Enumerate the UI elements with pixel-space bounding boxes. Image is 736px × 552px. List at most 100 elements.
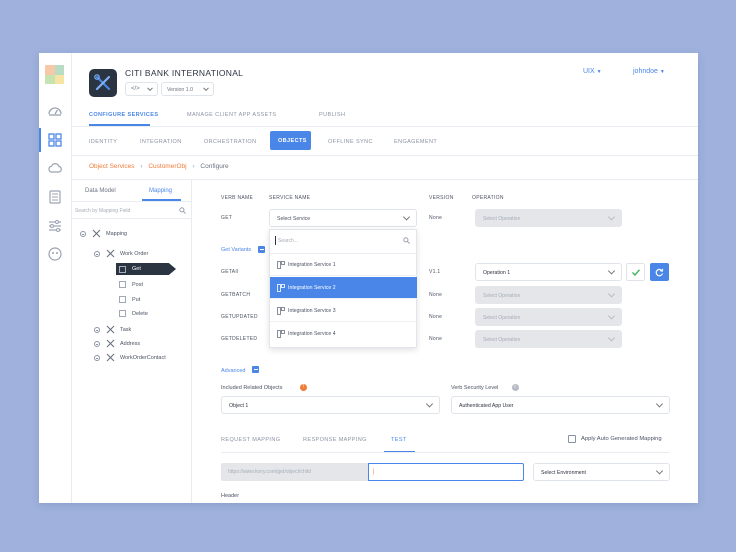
tree-put[interactable]: Put xyxy=(132,297,140,303)
object-tools-icon xyxy=(106,339,115,348)
version-get: None xyxy=(429,215,443,221)
apps-grid-icon[interactable] xyxy=(47,132,63,148)
cloud-icon[interactable] xyxy=(47,160,63,176)
object-tools-icon xyxy=(106,325,115,334)
version-select[interactable]: Version 1.0 xyxy=(161,82,214,96)
verb-getbatch: GETBATCH xyxy=(221,292,251,298)
divider xyxy=(72,201,192,202)
operation-select-getdeleted[interactable]: Select Operation xyxy=(475,330,622,348)
get-variants-label: Get Variants xyxy=(221,247,252,253)
collapse-variants-icon[interactable] xyxy=(258,246,265,253)
tab-request-mapping[interactable]: REQUEST MAPPING xyxy=(221,437,280,443)
collapse-icon[interactable] xyxy=(80,231,86,237)
expand-icon[interactable] xyxy=(94,355,100,361)
dropdown-item[interactable]: Integration Service 1 xyxy=(270,254,417,276)
version-getbatch: None xyxy=(429,292,443,298)
version-getupdated: None xyxy=(429,314,443,320)
expand-icon[interactable] xyxy=(94,341,100,347)
subtab-objects[interactable]: OBJECTS xyxy=(270,131,311,150)
service-icon xyxy=(277,284,285,292)
subtab-offline-sync[interactable]: OFFLINE SYNC xyxy=(328,139,373,145)
rail-active-indicator xyxy=(39,128,41,152)
service-select[interactable]: Select Service xyxy=(269,209,417,227)
mapping-search-input[interactable]: Search by Mapping Field xyxy=(75,208,130,214)
subtab-identity[interactable]: IDENTITY xyxy=(89,139,117,145)
collapse-advanced-icon[interactable] xyxy=(252,366,259,373)
dropdown-item[interactable]: Integration Service 4 xyxy=(270,323,417,345)
service-icon xyxy=(277,330,285,338)
object-tools-icon xyxy=(106,249,115,258)
expand-icon[interactable] xyxy=(94,327,100,333)
subtab-engagement[interactable]: ENGAGEMENT xyxy=(394,139,437,145)
chevron-down-icon: ▼ xyxy=(596,69,602,75)
tab-configure-services[interactable]: CONFIGURE SERVICES xyxy=(89,112,158,118)
database-icon[interactable] xyxy=(47,189,63,205)
dropdown-item-selected[interactable]: Integration Service 2 xyxy=(270,277,417,299)
operation-select-getall[interactable]: Operation 1 xyxy=(475,263,622,281)
refresh-button[interactable] xyxy=(650,263,669,281)
subtab-integration[interactable]: INTEGRATION xyxy=(140,139,182,145)
tab-response-mapping[interactable]: RESPONSE MAPPING xyxy=(303,437,367,443)
app-window: CITI BANK INTERNATIONAL </> Version 1.0 … xyxy=(39,53,698,503)
security-level-label: Verb Security Level xyxy=(451,385,499,391)
tree-task[interactable]: Task xyxy=(120,327,131,333)
chat-icon[interactable] xyxy=(47,246,63,262)
breadcrumb-object-services[interactable]: Object Services xyxy=(89,163,135,170)
breadcrumb-configure: Configure xyxy=(200,163,229,170)
subtab-orchestration[interactable]: ORCHESTRATION xyxy=(204,139,256,145)
info-icon: i xyxy=(512,384,519,391)
app-logo xyxy=(89,69,117,97)
confirm-button[interactable] xyxy=(626,263,645,281)
dropdown-search-input[interactable]: Search... xyxy=(275,235,412,247)
divider xyxy=(72,126,698,127)
tree-workordercontact[interactable]: WorkOrderContact xyxy=(120,355,166,361)
service-icon xyxy=(277,261,285,269)
version-getall: V1.1 xyxy=(429,269,441,275)
tree-post[interactable]: Post xyxy=(132,282,143,288)
environment-select[interactable]: Select Environment xyxy=(533,463,670,481)
tree-get-selected[interactable]: Get xyxy=(116,263,176,275)
test-input[interactable]: | xyxy=(368,463,524,481)
tree-work-order[interactable]: Work Order xyxy=(120,251,148,257)
tools-icon xyxy=(94,74,111,91)
security-level-select[interactable]: Authenticated App User xyxy=(451,396,670,414)
search-icon xyxy=(403,237,410,244)
tree-mapping[interactable]: Mapping xyxy=(106,231,127,237)
tab-data-model[interactable]: Data Model xyxy=(85,188,116,194)
icon-rail xyxy=(39,53,72,503)
user-menu[interactable]: johndoe ▼ xyxy=(633,68,665,75)
related-objects-select[interactable]: Object 1 xyxy=(221,396,440,414)
tree-delete[interactable]: Delete xyxy=(132,311,148,317)
version-getdeleted: None xyxy=(429,336,443,342)
search-icon[interactable] xyxy=(179,207,186,214)
verb-icon xyxy=(119,281,126,288)
tab-manage-client-app-assets[interactable]: MANAGE CLIENT APP ASSETS xyxy=(187,112,276,118)
divider xyxy=(72,218,192,219)
operation-select-getbatch[interactable]: Select Operation xyxy=(475,286,622,304)
chevron-down-icon: ▼ xyxy=(659,69,665,75)
tab-mapping[interactable]: Mapping xyxy=(149,188,172,194)
env-dropdown[interactable]: UIX ▼ xyxy=(583,68,602,75)
collapse-icon[interactable] xyxy=(94,251,100,257)
operation-select-get[interactable]: Select Operation xyxy=(475,209,622,227)
settings-sliders-icon[interactable] xyxy=(47,218,63,234)
dashboard-icon[interactable] xyxy=(47,103,63,119)
code-select[interactable]: </> xyxy=(125,82,158,96)
col-service-name: SERVICE NAME xyxy=(269,195,311,201)
breadcrumb: Object Services › CustomerObj › Configur… xyxy=(89,163,229,170)
verb-get: GET xyxy=(221,215,233,221)
tab-publish[interactable]: PUBLISH xyxy=(319,112,345,118)
auto-mapping-checkbox[interactable] xyxy=(568,435,576,443)
verb-icon xyxy=(119,265,126,273)
divider xyxy=(72,155,698,156)
product-logo xyxy=(45,65,64,84)
breadcrumb-customerobj[interactable]: CustomerObj xyxy=(148,163,186,170)
dropdown-item[interactable]: Integration Service 3 xyxy=(270,300,417,322)
tab-test[interactable]: TEST xyxy=(391,437,407,443)
operation-select-getupdated[interactable]: Select Operation xyxy=(475,308,622,326)
advanced-label: Advanced xyxy=(221,368,246,374)
divider xyxy=(221,452,670,453)
tree-address[interactable]: Address xyxy=(120,341,140,347)
header-label: Header xyxy=(221,493,240,499)
mapping-tools-icon xyxy=(92,229,101,238)
